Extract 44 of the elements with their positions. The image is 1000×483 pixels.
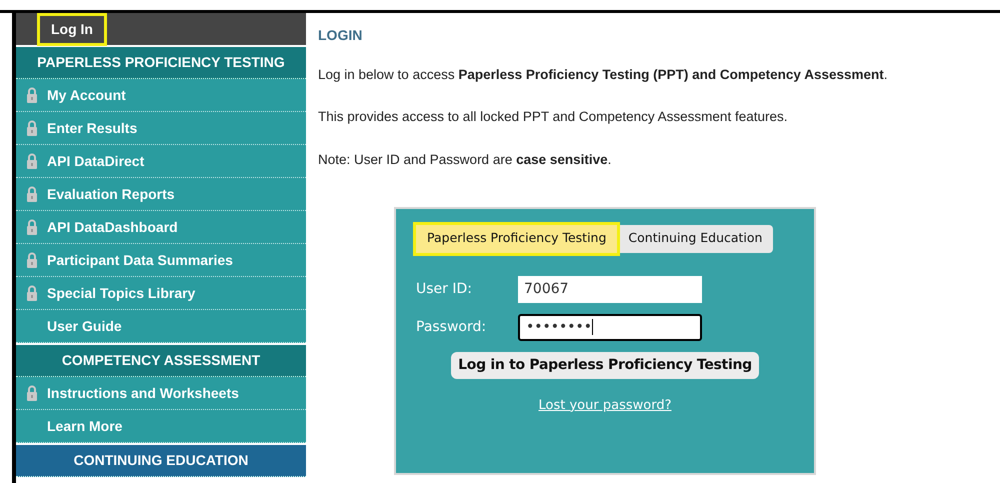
- nav-item[interactable]: Evaluation Reports: [16, 178, 306, 211]
- lock-icon: [26, 252, 38, 268]
- nav-item-label[interactable]: My Account: [47, 84, 126, 106]
- nav-item[interactable]: Instructions and Worksheets: [16, 377, 306, 410]
- field-label: Password:: [416, 318, 488, 337]
- section-header: CONTINUING EDUCATION: [16, 445, 306, 477]
- log-in-link[interactable]: Log In: [40, 16, 104, 42]
- nav-item[interactable]: User Guide: [16, 310, 306, 343]
- lock-icon: [26, 186, 38, 202]
- login-button[interactable]: Log in to Paperless Proficiency Testing: [451, 352, 759, 379]
- field-label: User ID:: [416, 280, 473, 299]
- tab[interactable]: Paperless Proficiency Testing: [416, 224, 618, 253]
- lock-icon: [26, 152, 38, 170]
- lock-icon: [26, 218, 38, 236]
- nav-item[interactable]: API DataDirect: [16, 145, 306, 178]
- nav-item-label[interactable]: Enter Results: [47, 118, 138, 138]
- paragraph: This provides access to all locked PPT and Competency Assessment features.: [318, 108, 788, 126]
- nav-item[interactable]: Participant Data Summaries: [16, 244, 306, 277]
- lock-icon: [26, 284, 38, 302]
- nav-item[interactable]: Enter Results: [16, 112, 306, 145]
- input-field[interactable]: ••••••••: [518, 314, 702, 341]
- nav-item-label[interactable]: API DataDirect: [47, 150, 144, 172]
- nav-item-label[interactable]: Learn More: [47, 416, 122, 436]
- nav-item-label[interactable]: User Guide: [47, 316, 122, 336]
- nav-item-label[interactable]: Evaluation Reports: [47, 184, 175, 204]
- nav-item[interactable]: API DataDashboard: [16, 211, 306, 244]
- lock-icon: [26, 120, 38, 136]
- paragraph: Note: User ID and Password are case sensitive.: [318, 150, 612, 168]
- lost-password-link[interactable]: Lost your password?: [538, 396, 672, 416]
- lock-icon: [26, 86, 38, 104]
- section-header: COMPETENCY ASSESSMENT: [16, 345, 306, 377]
- nav-item[interactable]: Learn More: [16, 410, 306, 443]
- lock-icon: [26, 384, 38, 402]
- section-header: PAPERLESS PROFICIENCY TESTING: [16, 47, 306, 79]
- paragraph: Log in below to access Paperless Proficiency Testing (PPT) and Competency Assessment.: [318, 66, 888, 84]
- nav-item-label[interactable]: API DataDashboard: [47, 216, 178, 238]
- page-heading: LOGIN: [318, 26, 364, 45]
- nav-item-label[interactable]: Instructions and Worksheets: [47, 382, 239, 404]
- tab[interactable]: Continuing Education: [617, 224, 774, 253]
- nav-item-label[interactable]: Special Topics Library: [47, 282, 196, 304]
- nav-item[interactable]: My Account: [16, 79, 306, 112]
- nav-item-label[interactable]: Participant Data Summaries: [47, 250, 233, 270]
- nav-item[interactable]: Special Topics Library: [16, 277, 306, 310]
- input-field[interactable]: 70067: [518, 276, 702, 303]
